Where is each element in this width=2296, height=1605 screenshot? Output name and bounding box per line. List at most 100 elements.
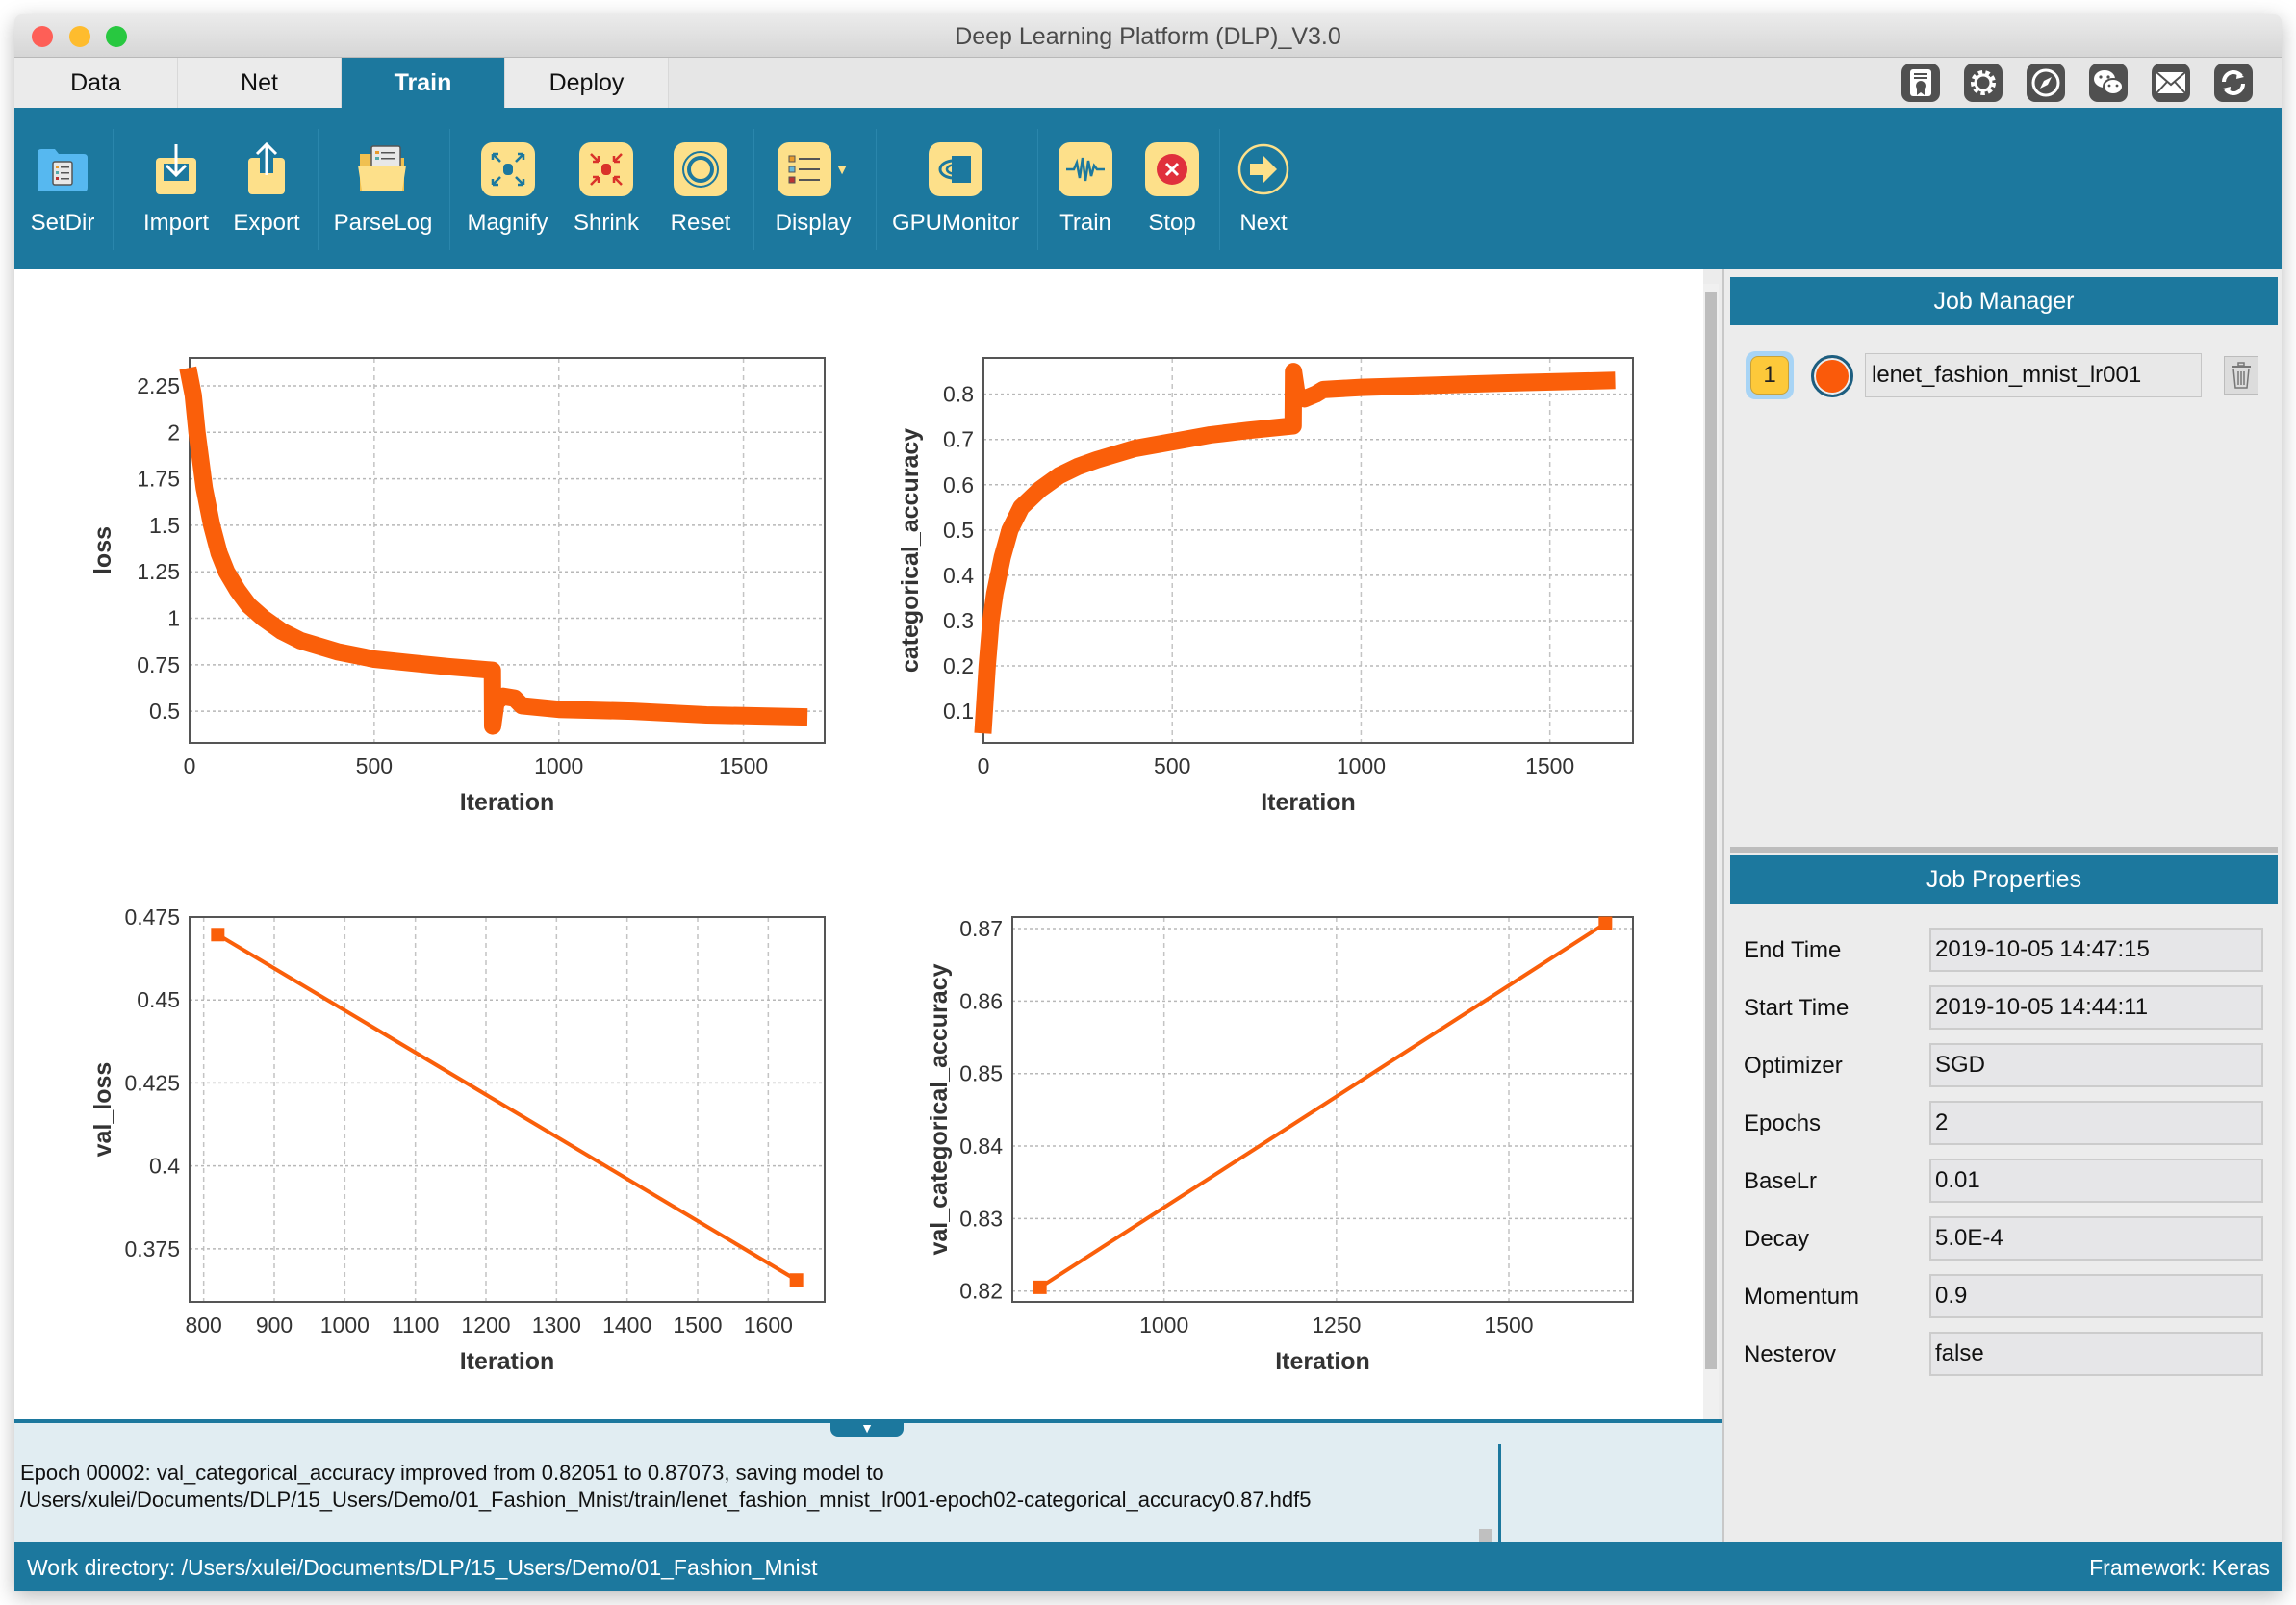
parselog-icon (356, 142, 410, 196)
property-value-field[interactable]: 5.0E-4 (1929, 1216, 2263, 1261)
data-point (211, 928, 225, 942)
tab-deploy[interactable]: Deploy (505, 58, 669, 108)
x-tick-label: 1200 (461, 1312, 510, 1338)
y-tick-label: 0.375 (124, 1236, 180, 1261)
import-button[interactable]: Import (128, 108, 224, 269)
window-title: Deep Learning Platform (DLP)_V3.0 (955, 23, 1341, 50)
work-directory: Work directory: /Users/xulei/Documents/D… (27, 1555, 818, 1580)
job-index-badge[interactable]: 1 (1746, 351, 1794, 399)
shrink-button[interactable]: Shrink (558, 108, 654, 269)
y-axis-label: val_loss (89, 1062, 116, 1158)
y-tick-label: 0.45 (137, 987, 180, 1012)
property-label: End Time (1744, 937, 1842, 963)
categorical_accuracy-svg: 0 500 1000 1500 0.1 0.2 0.3 0.4 0.5 0.6 0.7 0.8 Iter… (897, 357, 1634, 816)
chart-area: 0 500 1000 1500 0.5 0.75 1 1.25 1.5 1.75 2 2.25 Iter… (14, 269, 1703, 1419)
export-icon (240, 142, 293, 196)
property-label: Decay (1744, 1226, 1810, 1252)
log-divider (1498, 1444, 1501, 1542)
app-window: Deep Learning Platform (DLP)_V3.0 Data N… (14, 14, 2282, 1591)
y-tick-label: 1.25 (137, 559, 180, 584)
stop-label: Stop (1148, 210, 1196, 236)
import-icon (149, 142, 203, 196)
setdir-label: SetDir (30, 210, 95, 236)
val-loss-chart: 800 900 1000 1100 1200 1300 1400 1500 1600 0.375 0… (84, 904, 844, 1408)
property-value-field[interactable]: 0.9 (1929, 1274, 2263, 1318)
toolbar-separator (449, 129, 450, 250)
dropdown-arrow-icon: ▼ (835, 162, 849, 177)
import-label: Import (142, 210, 209, 236)
wechat-icon[interactable] (2089, 64, 2128, 102)
property-row: Epochs 2 (1744, 1101, 2273, 1147)
x-axis-label: Iteration (460, 1348, 555, 1375)
tab-net[interactable]: Net (178, 58, 342, 108)
log-line-1: Epoch 00002: val_categorical_accuracy im… (20, 1461, 884, 1485)
val-categorical-accuracy-chart: 1000 1250 1500 0.82 0.83 0.84 0.85 0.86 0.87 Iter… (906, 907, 1652, 1408)
y-tick-label: 0.82 (959, 1279, 1003, 1304)
scrollbar-thumb[interactable] (1705, 292, 1717, 1369)
plot-background (983, 358, 1633, 743)
y-tick-label: 0.4 (943, 563, 974, 588)
next-label: Next (1239, 210, 1288, 236)
main-tabs: Data Net Train Deploy (14, 58, 2282, 108)
property-value-field[interactable]: 2019-10-05 14:44:11 (1929, 985, 2263, 1030)
train-button[interactable]: Train (1042, 108, 1129, 269)
log-console: ▼ Epoch 00002: val_categorical_accuracy … (14, 1419, 1722, 1546)
property-row: Momentum 0.9 (1744, 1274, 2273, 1320)
job-name-field[interactable]: lenet_fashion_mnist_lr001 (1865, 353, 2202, 397)
x-tick-label: 1500 (1525, 753, 1574, 778)
certificate-icon[interactable] (1901, 64, 1940, 102)
x-tick-label: 800 (185, 1312, 221, 1338)
y-tick-label: 1 (167, 606, 180, 631)
data-point (789, 1273, 804, 1287)
reset-icon (674, 142, 727, 196)
list-icon (778, 142, 832, 196)
display-button[interactable]: ▼ Display (760, 108, 866, 269)
gpumonitor-button[interactable]: GPUMonitor (879, 108, 1033, 269)
property-value-field[interactable]: SGD (1929, 1043, 2263, 1087)
export-button[interactable]: Export (218, 108, 315, 269)
x-tick-label: 1300 (532, 1312, 581, 1338)
waveform-icon (1059, 142, 1112, 196)
x-tick-label: 500 (1154, 753, 1190, 778)
y-tick-label: 0.83 (959, 1206, 1003, 1231)
property-value-field[interactable]: 0.01 (1929, 1159, 2263, 1203)
val_categorical_accuracy-svg: 1000 1250 1500 0.82 0.83 0.84 0.85 0.86 0.87 Iter… (926, 916, 1634, 1375)
setdir-button[interactable]: SetDir (24, 108, 101, 269)
export-label: Export (233, 210, 300, 236)
stop-button[interactable]: Stop (1129, 108, 1215, 269)
property-label: Start Time (1744, 995, 1850, 1021)
property-value-field[interactable]: 2 (1929, 1101, 2263, 1145)
y-tick-label: 0.7 (943, 427, 974, 452)
x-tick-label: 1400 (602, 1312, 651, 1338)
magnify-label: Magnify (467, 210, 548, 236)
compass-icon[interactable] (2027, 64, 2065, 102)
x-tick-label: 1100 (392, 1312, 439, 1338)
x-tick-label: 1000 (1139, 1312, 1188, 1338)
property-row: BaseLr 0.01 (1744, 1159, 2273, 1205)
property-value-field[interactable]: false (1929, 1332, 2263, 1376)
property-row: End Time 2019-10-05 14:47:15 (1744, 928, 2273, 974)
refresh-icon[interactable] (2214, 64, 2253, 102)
y-tick-label: 0.8 (943, 382, 974, 407)
job-properties-header: Job Properties (1730, 855, 2278, 904)
x-tick-label: 1500 (719, 753, 768, 778)
job-list-item[interactable]: 1 lenet_fashion_mnist_lr001 (1746, 348, 2265, 402)
y-tick-label: 0.475 (124, 904, 180, 930)
tab-train[interactable]: Train (342, 58, 505, 108)
y-axis-label: loss (89, 526, 116, 574)
delete-job-button[interactable] (2224, 356, 2258, 395)
next-button[interactable]: Next (1225, 108, 1302, 269)
y-tick-label: 2 (167, 420, 180, 445)
property-value-field[interactable]: 2019-10-05 14:47:15 (1929, 928, 2263, 972)
panel-divider[interactable] (1730, 847, 2278, 853)
y-tick-label: 0.3 (943, 608, 974, 633)
log-collapse-button[interactable]: ▼ (830, 1419, 904, 1437)
chart-area-scrollbar[interactable] (1703, 284, 1719, 1429)
tab-data[interactable]: Data (14, 58, 178, 108)
x-tick-label: 1500 (673, 1312, 722, 1338)
parselog-button[interactable]: ParseLog (320, 108, 446, 269)
reset-button[interactable]: Reset (652, 108, 749, 269)
magnify-button[interactable]: Magnify (457, 108, 558, 269)
mail-icon[interactable] (2152, 64, 2190, 102)
gear-icon[interactable] (1964, 64, 2003, 102)
